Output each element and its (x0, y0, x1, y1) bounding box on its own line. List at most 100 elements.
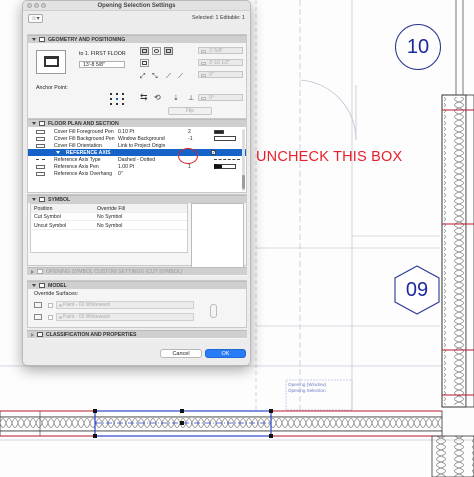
selection-count: Selected: 1 Editable: 1 (191, 15, 245, 21)
plan-rotate-icon[interactable]: ⟲ (154, 94, 161, 102)
height-field[interactable]: 3'-10 1/2" (198, 59, 243, 66)
chain-link-icon[interactable] (210, 304, 217, 318)
geometry-section-header[interactable]: GEOMETRY AND POSITIONING (28, 35, 246, 43)
sill-reference-icon[interactable]: ⤢ (140, 73, 146, 80)
collapse-triangle-icon (32, 198, 36, 201)
symbol-table: Position Override Fill Cut Symbol No Sym… (30, 203, 188, 253)
parapet-icon[interactable]: ⟋ (178, 73, 183, 80)
custom-shape-icon[interactable] (140, 59, 149, 67)
override-surfaces-label: Override Surfaces: (34, 291, 79, 297)
surface-override-checkbox-2[interactable] (48, 315, 53, 320)
table-row[interactable]: Cut Symbol No Symbol (31, 213, 187, 221)
cancel-button[interactable]: Cancel (160, 349, 202, 358)
custom-settings-section-title: OPENING SYMBOL CUSTOM SETTINGS (CUT SYMB… (46, 268, 183, 275)
symbol-section-header[interactable]: SYMBOL (28, 195, 246, 203)
geometry-section-title: GEOMETRY AND POSITIONING (48, 36, 126, 43)
geometry-icon (39, 37, 45, 42)
surface-select-1[interactable]: Paint - 02 Whitewash (56, 301, 194, 309)
window-tag-line1: Opening (Window) (288, 382, 327, 387)
window-tag-line2: Opening Selection (288, 388, 326, 393)
model-panel: MODEL Override Surfaces: Paint - 02 Whit… (27, 280, 247, 328)
angle-field[interactable]: 0° (198, 94, 243, 101)
symbol-panel: SYMBOL Position Override Fill Cut Symbol… (27, 194, 247, 271)
expand-triangle-icon (31, 332, 34, 337)
sill-height-field[interactable]: 0" (198, 71, 243, 78)
floor-plan-section-title: FLOOR PLAN AND SECTION (48, 120, 119, 127)
scroll-thumb[interactable] (242, 175, 245, 189)
plumb-icon[interactable]: ⇣ (173, 95, 179, 102)
dialog-title: Opening Selection Settings (97, 2, 176, 9)
dialog-titlebar[interactable]: Opening Selection Settings (23, 1, 250, 11)
collapse-triangle-icon (32, 38, 36, 41)
favorites-button[interactable]: ☆▾ (28, 13, 43, 23)
expand-triangle-icon (56, 151, 60, 154)
surface-override-row-1: Paint - 02 Whitewash (34, 301, 194, 310)
grid-marker-10-label: 10 (406, 35, 430, 58)
dialog-toolbar: ☆▾ Selected: 1 Editable: 1 (23, 11, 250, 25)
rectangle-shape-icon[interactable] (140, 47, 149, 55)
list-item[interactable]: Reference Axis Type Dashed - Dotted (28, 156, 246, 163)
window-shape-icon[interactable] (164, 47, 173, 55)
flip-button[interactable]: Flip (168, 107, 212, 115)
surface-select-2[interactable]: Paint - 02 Whitewash (56, 313, 194, 321)
home-story-icon (36, 50, 66, 74)
highlight-circle (178, 148, 198, 164)
classification-icon (37, 332, 43, 337)
symbol-icon (39, 197, 45, 202)
mirror-icon[interactable]: ⇆ (140, 93, 148, 102)
window-controls (27, 3, 46, 8)
list-item[interactable]: Reference Axis Pen 1.00 Pt 1 (28, 163, 246, 170)
list-item[interactable]: Cover Fill Orientation Link to Project O… (28, 142, 246, 149)
floor-plan-scrollbar[interactable] (242, 129, 245, 191)
floor-plan-section-header[interactable]: FLOOR PLAN AND SECTION (28, 119, 246, 127)
width-field[interactable]: 3'-5/8" (198, 47, 243, 54)
custom-settings-icon (37, 269, 43, 274)
uncheck-annotation: UNCHECK THIS BOX (256, 149, 403, 165)
grid-marker-09-label: 09 (405, 278, 429, 301)
minimize-window-button[interactable] (34, 3, 39, 8)
elevation-field[interactable]: 13'-8 5/8" (79, 61, 125, 68)
close-window-button[interactable] (27, 3, 32, 8)
classification-panel: CLASSIFICATION AND PROPERTIES (27, 330, 247, 339)
home-story-label[interactable]: to 1. FIRST FLOOR (79, 51, 126, 57)
reference-axis-label: REFERENCE AXIS (66, 149, 111, 156)
symbol-section-title: SYMBOL (48, 196, 71, 203)
reference-axis-checkbox[interactable]: ✓ (211, 150, 216, 155)
custom-settings-section-header[interactable]: OPENING SYMBOL CUSTOM SETTINGS (CUT SYMB… (27, 267, 247, 275)
opening-selection-settings-dialog: Opening Selection Settings ☆▾ Selected: … (22, 0, 251, 366)
table-header: Position Override Fill (31, 204, 187, 213)
floor-plan-settings-list: Cover Fill Foreground Pen 0.10 Pt 2 Cove… (28, 128, 246, 177)
list-item[interactable]: Reference Axis Overhang 0" (28, 170, 246, 177)
reference-axis-row[interactable]: REFERENCE AXIS ✓ (28, 149, 246, 156)
symbol-preview (191, 203, 244, 271)
grid-marker-09[interactable]: 09 (392, 265, 442, 315)
model-icon (39, 283, 45, 288)
pen-swatch (214, 129, 224, 134)
anchor-point-selector[interactable] (110, 93, 124, 105)
surface-side-icon (34, 314, 42, 320)
surface-override-checkbox-1[interactable] (48, 303, 53, 308)
collapse-triangle-icon (32, 284, 36, 287)
anchor-point-label: Anchor Point: (36, 85, 68, 91)
reveal-depth-icon[interactable]: ⤡ (152, 73, 158, 80)
classification-section-title: CLASSIFICATION AND PROPERTIES (46, 331, 137, 338)
anchor-side-icon[interactable]: ⟋ (166, 73, 171, 80)
round-shape-icon[interactable] (152, 47, 161, 55)
archicad-workspace: Opening (Window) Opening Selection 10 09… (0, 0, 474, 477)
pen-swatch (214, 164, 236, 169)
collapse-triangle-icon (32, 122, 36, 125)
surface-override-row-2: Paint - 02 Whitewash (34, 313, 194, 322)
vertical-icon[interactable]: ⊥ (188, 95, 194, 102)
model-section-header[interactable]: MODEL (28, 281, 246, 289)
ok-button[interactable]: OK (205, 349, 246, 358)
list-item[interactable]: Cover Fill Foreground Pen 0.10 Pt 2 (28, 128, 246, 135)
table-row[interactable]: Uncut Symbol No Symbol (31, 221, 187, 230)
star-icon: ☆▾ (31, 15, 40, 22)
zoom-window-button[interactable] (41, 3, 46, 8)
list-item[interactable]: Cover Fill Background Pen Window Backgro… (28, 135, 246, 142)
expand-triangle-icon (31, 269, 34, 274)
grid-marker-10[interactable]: 10 (395, 24, 441, 70)
table-empty-space (31, 230, 187, 252)
model-section-title: MODEL (48, 282, 67, 289)
classification-section-header[interactable]: CLASSIFICATION AND PROPERTIES (27, 330, 247, 338)
